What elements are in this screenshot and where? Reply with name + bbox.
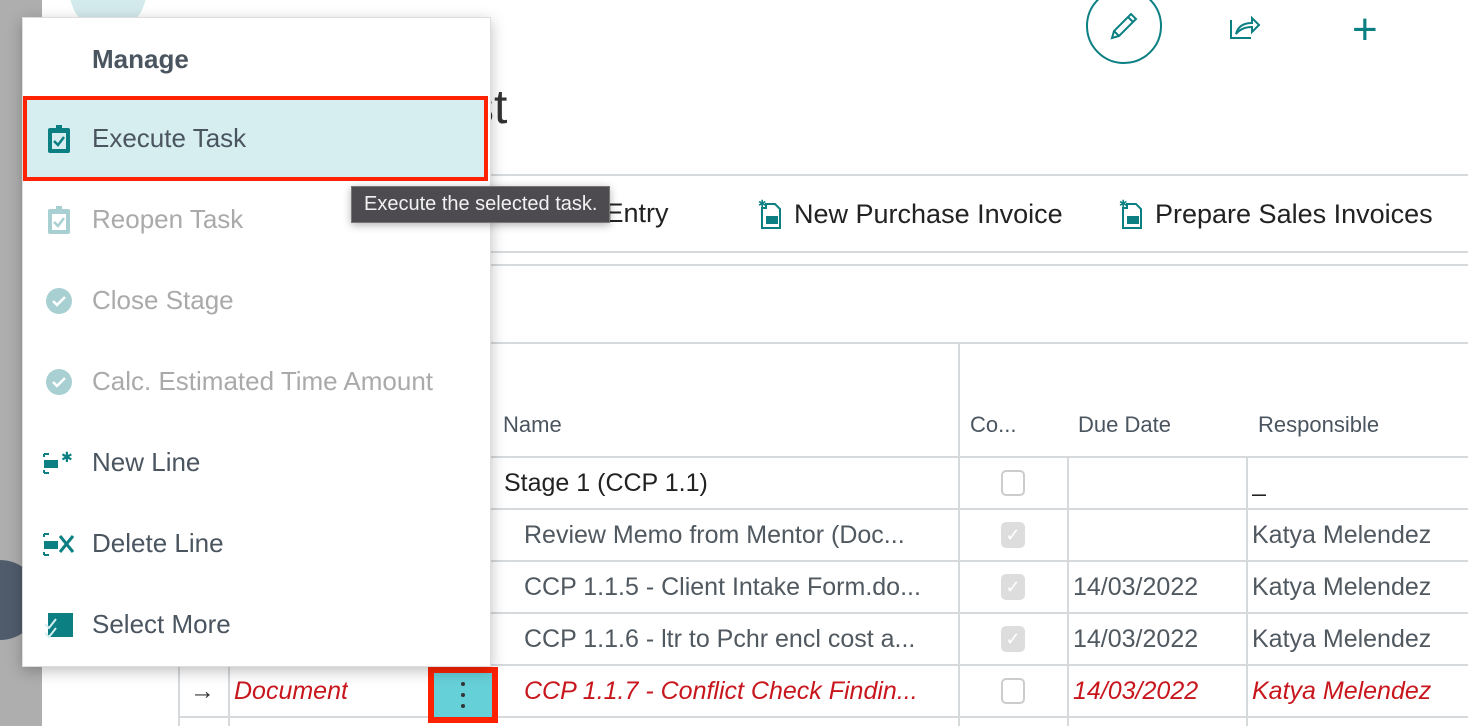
menu-item-close-stage: Close Stage bbox=[23, 260, 490, 341]
check-circle-icon bbox=[23, 368, 92, 396]
column-header-responsible[interactable]: Responsible bbox=[1258, 412, 1379, 438]
completed-checkbox[interactable]: ✓ bbox=[1001, 574, 1025, 600]
action-label: New Purchase Invoice bbox=[794, 198, 1063, 229]
due-date-cell[interactable]: 14/03/2022 bbox=[1073, 614, 1198, 664]
row-actions-button[interactable] bbox=[428, 667, 498, 723]
svg-text:✱: ✱ bbox=[758, 199, 766, 210]
column-header-name[interactable]: Name bbox=[503, 412, 562, 438]
responsible-cell[interactable]: Katya Melendez bbox=[1252, 562, 1431, 612]
delete-line-icon bbox=[23, 531, 92, 557]
action-label: Prepare Sales Invoices bbox=[1155, 198, 1433, 229]
name-cell[interactable]: Stage 1 (CCP 1.1) bbox=[504, 458, 708, 508]
due-date-cell[interactable]: 14/03/2022 bbox=[1073, 666, 1198, 716]
tooltip: Execute the selected task. bbox=[351, 186, 611, 223]
name-cell[interactable]: CCP 1.1.7 - Conflict Check Findin... bbox=[524, 666, 954, 716]
column-header-completed[interactable]: Co... bbox=[970, 412, 1016, 438]
responsible-cell[interactable]: Katya Melendez bbox=[1252, 666, 1431, 716]
menu-item-label: Close Stage bbox=[92, 285, 234, 315]
menu-heading: Manage bbox=[92, 44, 189, 74]
share-icon bbox=[1230, 15, 1261, 39]
menu-item-label: Calc. Estimated Time Amount bbox=[92, 366, 434, 396]
pencil-icon bbox=[1110, 12, 1138, 40]
check-circle-icon bbox=[23, 287, 92, 315]
name-cell[interactable]: CCP 1.1.5 - Client Intake Form.do... bbox=[524, 562, 954, 612]
completed-checkbox[interactable]: ✓ bbox=[1001, 626, 1025, 652]
responsible-cell[interactable]: _ bbox=[1252, 458, 1266, 508]
menu-item-label: Delete Line bbox=[92, 528, 224, 558]
more-vertical-icon bbox=[434, 673, 492, 717]
menu-item-select-more[interactable]: Select More bbox=[23, 584, 490, 665]
svg-text:✱: ✱ bbox=[61, 450, 73, 465]
completed-checkbox[interactable]: ✓ bbox=[1001, 522, 1025, 548]
plus-icon: + bbox=[1352, 5, 1378, 54]
clipboard-check-icon bbox=[23, 205, 92, 235]
name-cell[interactable]: Review Memo from Mentor (Doc... bbox=[524, 510, 954, 560]
new-document-icon: ✱ bbox=[1119, 199, 1142, 229]
prepare-sales-invoices-button[interactable]: ✱ Prepare Sales Invoices bbox=[1119, 198, 1433, 230]
new-purchase-invoice-button[interactable]: ✱ New Purchase Invoice bbox=[758, 198, 1063, 230]
new-button[interactable]: + bbox=[1352, 8, 1378, 52]
menu-item-label: Reopen Task bbox=[92, 204, 244, 234]
svg-text:✱: ✱ bbox=[1119, 199, 1127, 210]
column-header-due-date[interactable]: Due Date bbox=[1078, 412, 1171, 438]
table-row-selected[interactable]: → Document CCP 1.1.7 - Conflict Check Fi… bbox=[178, 666, 1468, 718]
clipboard-check-icon bbox=[23, 124, 92, 154]
current-row-arrow-icon: → bbox=[190, 676, 215, 705]
menu-item-label: Execute Task bbox=[92, 123, 247, 153]
select-more-icon bbox=[23, 612, 92, 638]
new-document-icon: ✱ bbox=[758, 199, 781, 229]
menu-item-label: Select More bbox=[92, 609, 231, 639]
responsible-cell[interactable]: Katya Melendez bbox=[1252, 614, 1431, 664]
menu-item-execute-task[interactable]: Execute Task bbox=[23, 96, 488, 181]
due-date-cell[interactable]: 14/03/2022 bbox=[1073, 562, 1198, 612]
edit-button[interactable] bbox=[1086, 0, 1162, 64]
manage-menu: Manage Execute Task Reopen Task Close St… bbox=[22, 17, 491, 667]
type-cell[interactable]: Document bbox=[234, 666, 348, 716]
completed-checkbox[interactable] bbox=[1001, 678, 1025, 704]
menu-item-calc-estimated-time-amount: Calc. Estimated Time Amount bbox=[23, 341, 490, 422]
menu-item-label: New Line bbox=[92, 447, 201, 477]
name-cell[interactable]: CCP 1.1.6 - ltr to Pchr encl cost a... bbox=[524, 614, 954, 664]
completed-checkbox[interactable] bbox=[1001, 470, 1025, 496]
responsible-cell[interactable]: Katya Melendez bbox=[1252, 510, 1431, 560]
new-line-icon: ✱ bbox=[23, 450, 92, 476]
menu-item-delete-line[interactable]: Delete Line bbox=[23, 503, 490, 584]
menu-item-new-line[interactable]: ✱ New Line bbox=[23, 422, 490, 503]
share-button[interactable] bbox=[1228, 10, 1264, 47]
